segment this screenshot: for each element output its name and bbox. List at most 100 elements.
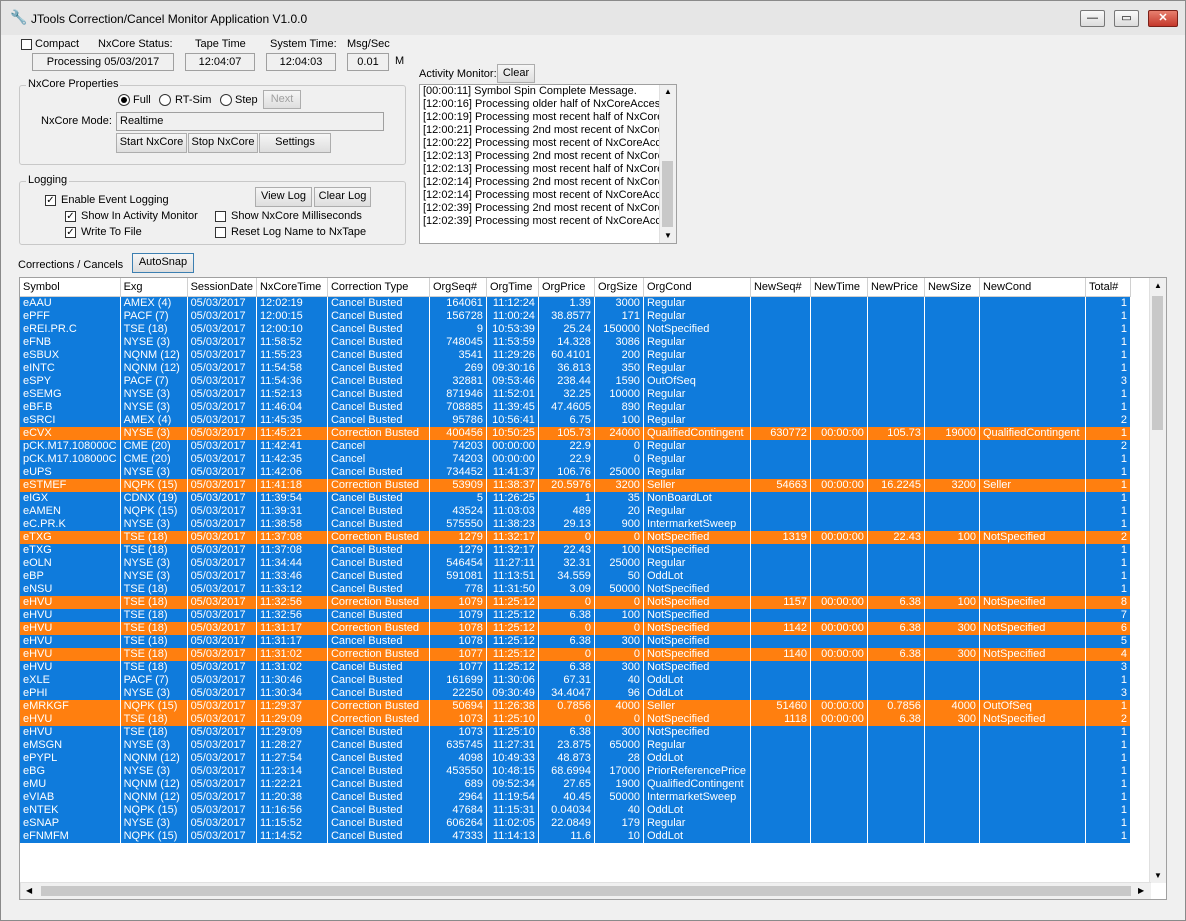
view-log-button[interactable]: View Log (255, 187, 312, 207)
table-row[interactable]: eHVU TSE (18) 05/03/2017 11:31:02 Cancel Bus… (20, 661, 1131, 674)
table-row[interactable]: eHVU TSE (18) 05/03/2017 11:31:17 Cancel Bus… (20, 635, 1131, 648)
grid-scroll-left-icon[interactable]: ◀ (26, 886, 32, 895)
grid-scroll-right-icon[interactable]: ▶ (1138, 886, 1144, 895)
table-row[interactable]: ePHI NYSE (3) 05/03/2017 11:30:34 Cancel Bus… (20, 687, 1131, 700)
radio-step[interactable] (220, 94, 232, 106)
activity-scroll-thumb[interactable] (662, 161, 673, 227)
table-row[interactable]: eUPS NYSE (3) 05/03/2017 11:42:06 Cancel Bus… (20, 466, 1131, 479)
table-row[interactable]: eNSU TSE (18) 05/03/2017 11:33:12 Cancel Bus… (20, 583, 1131, 596)
table-row[interactable]: eXLE PACF (7) 05/03/2017 11:30:46 Cancel Bus… (20, 674, 1131, 687)
column-header[interactable]: NewSeq# (750, 278, 811, 297)
table-row[interactable]: eMRKGF NQPK (15) 05/03/2017 11:29:37 Correct… (20, 700, 1131, 713)
table-row[interactable]: eHVU TSE (18) 05/03/2017 11:32:56 Cancel Bus… (20, 609, 1131, 622)
column-header[interactable]: Total# (1085, 278, 1131, 297)
write-file-checkbox[interactable]: ✓ (65, 227, 76, 238)
column-header[interactable]: OrgPrice (538, 278, 595, 297)
grid-vscrollbar[interactable]: ▲ ▼ (1149, 278, 1166, 883)
column-header[interactable]: OrgCond (643, 278, 751, 297)
table-cell: 6.38 (538, 635, 595, 648)
table-row[interactable]: eSEMG NYSE (3) 05/03/2017 11:52:13 Cancel Bu… (20, 388, 1131, 401)
table-cell (979, 296, 1086, 310)
table-row[interactable]: eAMEN NQPK (15) 05/03/2017 11:39:31 Cancel B… (20, 505, 1131, 518)
compact-checkbox[interactable] (21, 39, 32, 50)
start-nxcore-button[interactable]: Start NxCore (116, 133, 187, 153)
show-activity-checkbox[interactable]: ✓ (65, 211, 76, 222)
table-row[interactable]: ePYPL NQNM (12) 05/03/2017 11:27:54 Cancel B… (20, 752, 1131, 765)
table-row[interactable]: eSBUX NQNM (12) 05/03/2017 11:55:23 Cancel B… (20, 349, 1131, 362)
grid-hscroll-thumb[interactable] (41, 886, 1131, 896)
grid-scroll-up-icon[interactable]: ▲ (1154, 281, 1162, 290)
table-row[interactable]: eOLN NYSE (3) 05/03/2017 11:34:44 Cancel Bus… (20, 557, 1131, 570)
table-row[interactable]: ePFF PACF (7) 05/03/2017 12:00:15 Cancel Bus… (20, 310, 1131, 323)
column-header[interactable]: NxCoreTime (256, 278, 328, 297)
table-row[interactable]: eBG NYSE (3) 05/03/2017 11:23:14 Cancel Bust… (20, 765, 1131, 778)
table-row[interactable]: eNTEK NQPK (15) 05/03/2017 11:16:56 Cancel B… (20, 804, 1131, 817)
column-header[interactable]: OrgSize (594, 278, 644, 297)
corrections-grid[interactable]: Symbol Exg SessionDate NxCoreTime Correction… (19, 277, 1167, 900)
table-row[interactable]: eBF.B NYSE (3) 05/03/2017 11:46:04 Cancel Bu… (20, 401, 1131, 414)
column-header[interactable]: NewCond (979, 278, 1086, 297)
column-header[interactable]: NewPrice (867, 278, 925, 297)
column-header[interactable]: OrgTime (486, 278, 539, 297)
table-row[interactable]: eC.PR.K NYSE (3) 05/03/2017 11:38:58 Cancel … (20, 518, 1131, 531)
close-button[interactable]: ✕ (1148, 10, 1178, 27)
activity-clear-button[interactable]: Clear (497, 64, 535, 83)
table-row[interactable]: eINTC NQNM (12) 05/03/2017 11:54:58 Cancel B… (20, 362, 1131, 375)
activity-monitor-list[interactable]: [00:00:11] Symbol Spin Complete Message.… (419, 84, 677, 244)
radio-rtsim[interactable] (159, 94, 171, 106)
clear-log-button[interactable]: Clear Log (314, 187, 371, 207)
enable-logging-checkbox[interactable]: ✓ (45, 195, 56, 206)
table-cell: 22.43 (867, 531, 925, 544)
table-row[interactable]: eBP NYSE (3) 05/03/2017 11:33:46 Cancel Bust… (20, 570, 1131, 583)
minimize-button[interactable]: — (1080, 10, 1105, 27)
scroll-down-icon[interactable]: ▼ (664, 231, 672, 240)
grid-vscroll-thumb[interactable] (1152, 296, 1163, 430)
table-row[interactable]: eSNAP NYSE (3) 05/03/2017 11:15:52 Cancel Bu… (20, 817, 1131, 830)
table-cell (810, 609, 868, 622)
table-row[interactable]: pCK.M17.108000C CME (20) 05/03/2017 11:42:4… (20, 440, 1131, 453)
table-row[interactable]: eSRCI AMEX (4) 05/03/2017 11:45:35 Cancel Bu… (20, 414, 1131, 427)
grid-scroll-down-icon[interactable]: ▼ (1154, 871, 1162, 880)
column-header[interactable]: Symbol (20, 278, 121, 297)
column-header[interactable]: Exg (120, 278, 188, 297)
table-row[interactable]: eHVU TSE (18) 05/03/2017 11:29:09 Correction… (20, 713, 1131, 726)
table-row[interactable]: eHVU TSE (18) 05/03/2017 11:29:09 Cancel Bus… (20, 726, 1131, 739)
table-row[interactable]: eTXG TSE (18) 05/03/2017 11:37:08 Correction… (20, 531, 1131, 544)
table-cell: 50 (594, 570, 644, 583)
table-row[interactable]: eCVX NYSE (3) 05/03/2017 11:45:21 Correction… (20, 427, 1131, 440)
column-header[interactable]: SessionDate (187, 278, 257, 297)
table-row[interactable]: eVIAB NQNM (12) 05/03/2017 11:20:38 Cancel B… (20, 791, 1131, 804)
scroll-up-icon[interactable]: ▲ (664, 87, 672, 96)
table-row[interactable]: eSPY PACF (7) 05/03/2017 11:54:36 Cancel Bus… (20, 375, 1131, 388)
table-row[interactable]: eREI.PR.C TSE (18) 05/03/2017 12:00:10 Cance… (20, 323, 1131, 336)
column-header[interactable]: OrgSeq# (429, 278, 487, 297)
settings-button[interactable]: Settings (259, 133, 331, 153)
column-header[interactable]: Correction Type (327, 278, 430, 297)
radio-full[interactable] (118, 94, 130, 106)
activity-scrollbar[interactable]: ▲ ▼ (659, 85, 676, 243)
title-bar[interactable]: 🔧 JTools Correction/Cancel Monitor Appli… (1, 1, 1185, 35)
table-row[interactable]: eSTMEF NQPK (15) 05/03/2017 11:41:18 Correct… (20, 479, 1131, 492)
table-row[interactable]: eFNMFM NQPK (15) 05/03/2017 11:14:52 Cancel … (20, 830, 1131, 843)
grid-hscrollbar[interactable]: ◀ ▶ (20, 882, 1151, 899)
reset-log-checkbox[interactable] (215, 227, 226, 238)
table-cell: TSE (18) (120, 726, 188, 739)
table-row[interactable]: eMU NQNM (12) 05/03/2017 11:22:21 Cancel Bus… (20, 778, 1131, 791)
table-row[interactable]: eMSGN NYSE (3) 05/03/2017 11:28:27 Cancel Bu… (20, 739, 1131, 752)
next-button[interactable]: Next (263, 90, 301, 109)
table-row[interactable]: eHVU TSE (18) 05/03/2017 11:32:56 Correction… (20, 596, 1131, 609)
nxcore-mode-field[interactable]: Realtime (116, 112, 384, 131)
table-row[interactable]: eIGX CDNX (19) 05/03/2017 11:39:54 Cancel Bu… (20, 492, 1131, 505)
table-row[interactable]: eHVU TSE (18) 05/03/2017 11:31:17 Correction… (20, 622, 1131, 635)
table-row[interactable]: eFNB NYSE (3) 05/03/2017 11:58:52 Cancel Bus… (20, 336, 1131, 349)
table-row[interactable]: pCK.M17.108000C CME (20) 05/03/2017 11:42:3… (20, 453, 1131, 466)
table-row[interactable]: eAAU AMEX (4) 05/03/2017 12:02:19 Cancel Bus… (20, 296, 1131, 310)
autosnap-button[interactable]: AutoSnap (132, 253, 194, 273)
stop-nxcore-button[interactable]: Stop NxCore (188, 133, 258, 153)
maximize-button[interactable]: ▭ (1114, 10, 1139, 27)
table-row[interactable]: eTXG TSE (18) 05/03/2017 11:37:08 Cancel Bus… (20, 544, 1131, 557)
column-header[interactable]: NewSize (924, 278, 980, 297)
show-ms-checkbox[interactable] (215, 211, 226, 222)
table-row[interactable]: eHVU TSE (18) 05/03/2017 11:31:02 Correction… (20, 648, 1131, 661)
column-header[interactable]: NewTime (810, 278, 868, 297)
